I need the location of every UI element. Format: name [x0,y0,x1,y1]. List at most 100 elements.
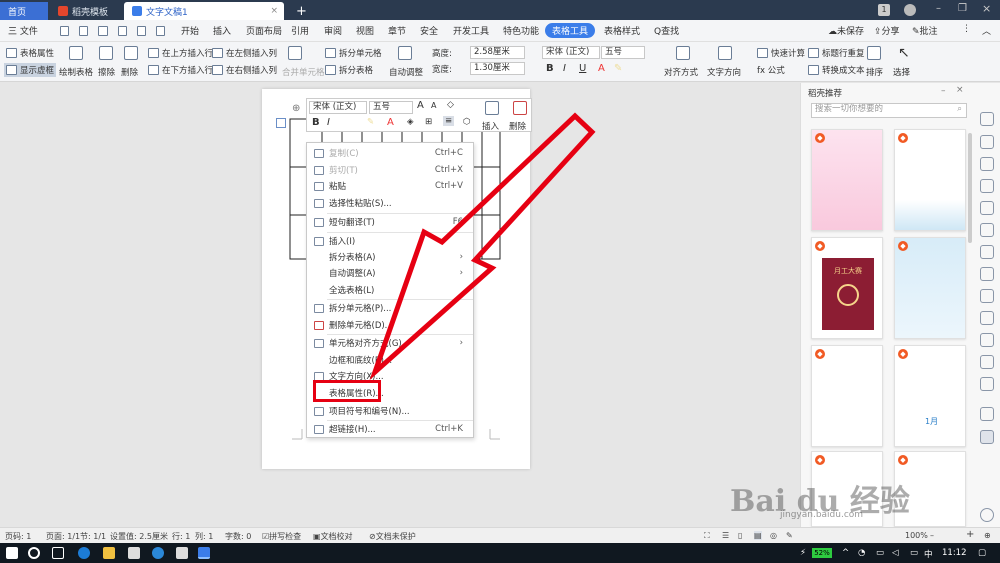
print-icon[interactable] [98,26,108,36]
windows-start-icon[interactable] [6,547,18,559]
mini-font-select[interactable]: 宋体 (正文) [309,101,367,114]
word-count[interactable]: 字数: 0 [225,531,251,542]
gear-icon[interactable] [980,267,994,281]
menu-table-tools[interactable]: 表格工具 [545,23,596,38]
avatar[interactable] [904,4,916,16]
font-size-select[interactable]: 五号 [601,46,645,59]
show-gridlines-toggle[interactable]: 显示虚框 [4,63,57,77]
more-icon[interactable]: ⋮ [962,24,971,34]
web-view-icon[interactable]: ◎ [770,531,777,540]
template-card[interactable]: ◆ [894,129,966,231]
preview-icon[interactable] [117,26,127,36]
mini-bold-button[interactable]: B [312,117,320,128]
outline-view-icon[interactable]: ☰ [722,531,729,540]
undo-icon[interactable] [136,26,146,36]
clock[interactable]: 11:12 [942,548,967,558]
fit-page-icon[interactable]: ⊕ [984,531,991,540]
save-icon[interactable] [60,26,70,36]
menu-hyperlink[interactable]: 超链接(H)... Ctrl+K [307,421,473,437]
sidebar-close-icon[interactable]: × [956,85,964,95]
sidebar-search-input[interactable]: 搜索一切你想要的 ⌕ [811,103,967,118]
menu-view[interactable]: 视图 [356,24,374,37]
shrink-font-icon[interactable]: A [431,101,436,110]
menu-developer[interactable]: 开发工具 [453,24,489,37]
repeat-title-button[interactable]: 标题行重复 [808,47,865,59]
network-icon[interactable]: ▭ [910,548,918,558]
battery-icon[interactable]: ▭ [876,548,884,558]
redo-icon[interactable] [155,26,166,36]
formula-button[interactable]: fx 公式 [757,64,785,76]
template-card[interactable]: ◆ [811,345,883,447]
split-table-button[interactable]: 拆分表格 [325,64,373,76]
backup-icon[interactable] [980,245,994,259]
menu-references[interactable]: 引用 [291,24,309,37]
tab-document[interactable]: 文字文稿1 × [124,2,284,20]
map-icon[interactable] [980,289,994,303]
unsaved-status[interactable]: ☁未保存 [828,24,864,37]
sort-button[interactable]: 排序 [866,66,883,78]
menu-bullets[interactable]: 项目符号和编号(N)... [307,403,473,419]
file-menu[interactable]: 三 文件 [8,24,38,37]
ie-icon[interactable] [152,547,164,559]
template-card[interactable]: ◆ [894,237,966,339]
grid-icon[interactable] [980,377,994,391]
paste-options-icon[interactable] [276,118,286,128]
chart-icon[interactable] [980,223,994,237]
format-icon[interactable] [980,201,994,215]
tray-up-icon[interactable]: ^ [842,548,849,558]
sidebar-scrollbar[interactable] [968,133,972,243]
minimize-icon[interactable]: – [936,3,941,14]
battery-indicator[interactable]: 52% [812,548,832,558]
edge-icon[interactable] [78,547,90,559]
book-icon[interactable] [980,355,994,369]
doc-proof[interactable]: ▣文档校对 [313,531,353,542]
font-color-icon[interactable]: A [598,63,605,74]
read-view-icon[interactable]: ▯ [738,531,742,540]
menu-special[interactable]: 特色功能 [503,24,539,37]
merge-cells-icon[interactable] [288,46,302,60]
underline-button[interactable]: U [579,63,586,74]
close-icon[interactable]: × [982,2,991,15]
autofit-icon[interactable] [398,46,412,60]
zoom-out-icon[interactable]: – [930,531,934,540]
delete-table-icon[interactable] [124,46,138,60]
explorer-icon[interactable] [103,547,115,559]
cursor-select-icon[interactable]: ↖ [898,45,910,61]
style-icon[interactable] [980,179,994,193]
tab-home[interactable]: 首页 [0,2,48,20]
close-tab-icon[interactable]: × [270,6,278,16]
merge-cells-button[interactable]: 合并单元格 [282,66,325,78]
autofit-button[interactable]: 自动调整 [389,66,423,78]
italic-button[interactable]: I [563,63,566,74]
table-props-button[interactable]: 表格属性 [6,47,54,59]
width-input[interactable]: 1.30厘米 [470,62,525,75]
wifi-icon[interactable]: ◔ [858,548,865,558]
highlight-icon[interactable]: ✎ [614,63,622,74]
search-menu[interactable]: Q查找 [654,24,679,37]
volume-icon[interactable]: ◁ [892,548,899,558]
collapse-ribbon-icon[interactable]: ︿ [982,24,991,37]
spell-check[interactable]: ☑拼写检查 [262,531,301,542]
doc-protect[interactable]: ⊘文档未保护 [369,531,416,542]
split-cell-button[interactable]: 拆分单元格 [325,47,382,59]
draw-table-icon[interactable] [69,46,83,60]
select-tool-icon[interactable] [980,135,994,149]
eraser-icon[interactable] [99,46,113,60]
menu-chapter[interactable]: 章节 [388,24,406,37]
template-card[interactable]: ◆ 1月 [894,345,966,447]
input-language[interactable]: 中 [924,548,933,560]
delete-button[interactable]: 删除 [121,66,138,78]
insert-left-button[interactable]: 在左侧插入列 [212,47,277,59]
cortana-icon[interactable] [28,547,40,559]
page-view-icon[interactable]: ▤ [754,531,762,540]
clear-format-icon[interactable]: ◇ [447,100,454,110]
insert-above-button[interactable]: 在上方插入行 [148,47,213,59]
text-direction-button[interactable]: 文字方向 [707,66,741,78]
quick-calc-button[interactable]: 快速计算 [757,47,805,59]
menu-table-style[interactable]: 表格样式 [604,24,640,37]
draw-table-button[interactable]: 绘制表格 [59,66,93,78]
select-button[interactable]: 选择 [893,66,910,78]
align-button[interactable]: 对齐方式 [664,66,698,78]
to-text-button[interactable]: 转换成文本 [808,64,865,76]
maximize-icon[interactable]: ❐ [958,3,967,14]
